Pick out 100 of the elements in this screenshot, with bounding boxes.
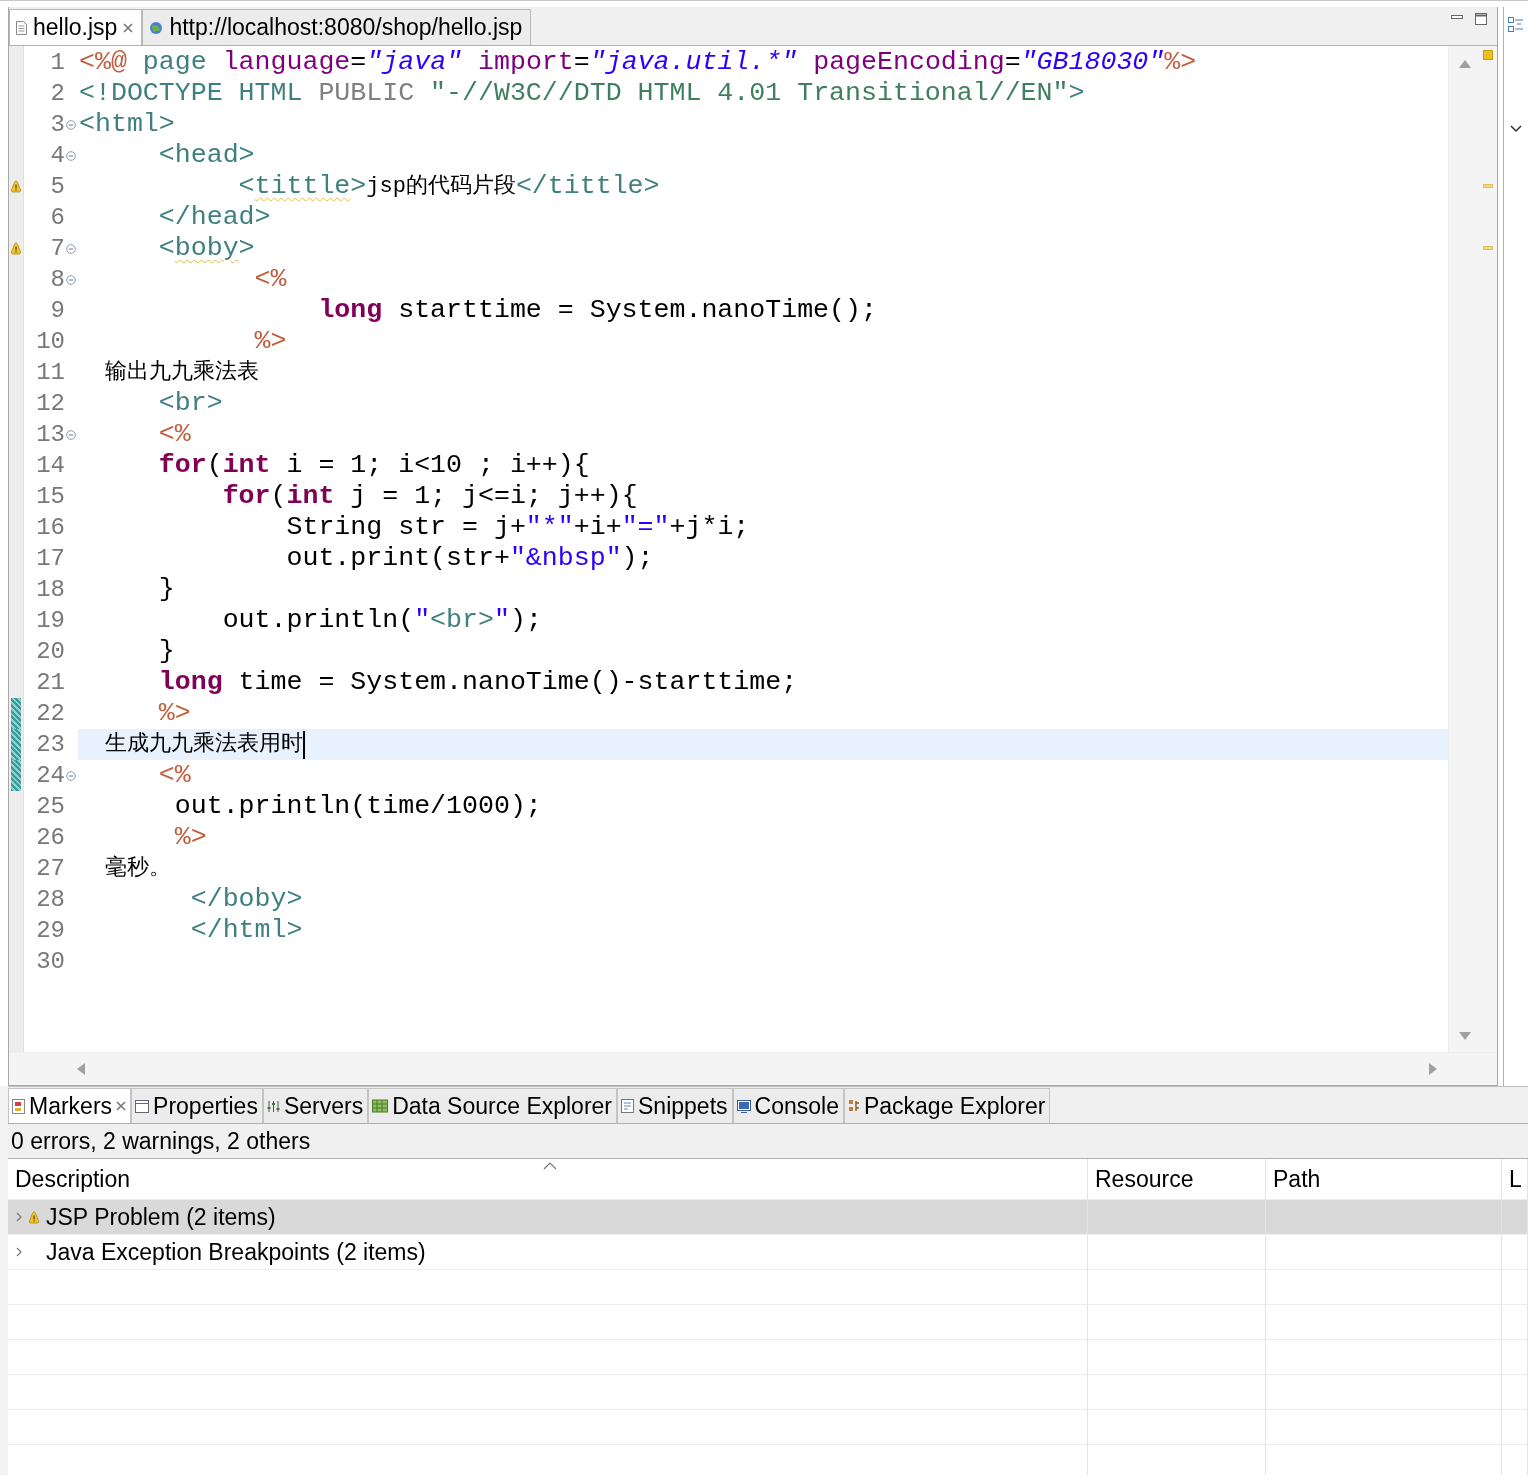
panel-tab[interactable]: Data Source Explorer: [368, 1088, 618, 1123]
code-line: <tittle>jsp的代码片段</tittle>: [237, 171, 661, 202]
close-icon[interactable]: [123, 22, 134, 33]
table-row[interactable]: Java Exception Breakpoints (2 items): [8, 1235, 1528, 1270]
code-line: %>: [157, 698, 192, 729]
code-line: for(int i = 1; i<10 ; i++){: [157, 450, 591, 481]
sliders-icon: [266, 1099, 280, 1113]
warning-summary-icon[interactable]: [1483, 50, 1493, 60]
warning-marker[interactable]: [1483, 246, 1493, 250]
line-number: 15: [35, 483, 65, 510]
code-line: </boby>: [189, 884, 304, 915]
panel-tab[interactable]: Console: [732, 1088, 844, 1123]
code-line: <head>: [157, 140, 256, 171]
line-number: 11: [35, 359, 65, 386]
code-line: <html>: [78, 109, 176, 140]
outline-icon[interactable]: [1508, 17, 1524, 33]
table-row[interactable]: JSP Problem (2 items): [8, 1200, 1528, 1235]
code-line: <%: [157, 419, 192, 450]
line-number: 13: [35, 421, 65, 448]
column-header[interactable]: Resource: [1088, 1159, 1266, 1199]
expand-icon[interactable]: [16, 1212, 22, 1222]
panel-tab[interactable]: Properties: [131, 1088, 263, 1123]
snippet-icon: [621, 1099, 635, 1113]
line-number: 20: [35, 638, 65, 665]
column-header[interactable]: L: [1502, 1159, 1528, 1199]
code-line: %>: [253, 326, 288, 357]
code-line: for(int j = 1; j<=i; j++){: [221, 481, 639, 512]
column-header[interactable]: Description: [8, 1159, 1088, 1199]
code-line: <%: [253, 264, 288, 295]
line-number: 3: [49, 111, 65, 138]
line-number: 29: [35, 917, 65, 944]
table-icon: [135, 1099, 150, 1113]
line-number: 17: [35, 545, 65, 572]
markers-icon: [12, 1098, 25, 1114]
code-line: <!DOCTYPE HTML PUBLIC "-//W3C//DTD HTML 4.01 Transitional//EN">: [78, 78, 1086, 109]
close-icon[interactable]: [116, 1101, 127, 1111]
scroll-up-icon[interactable]: [1459, 60, 1471, 68]
code-line: long time = System.nanoTime()-starttime;: [157, 667, 799, 698]
line-number: 7: [49, 235, 65, 262]
editor-tab[interactable]: http://localhost:8080/shop/hello.jsp: [142, 9, 532, 45]
code-line: }: [157, 574, 176, 605]
panel-tab[interactable]: Markers: [8, 1088, 132, 1123]
code-line: String str = j+"*"+i+"="+j*i;: [285, 512, 751, 543]
line-number: 16: [35, 514, 65, 541]
line-number: 25: [35, 793, 65, 820]
collapse-icon[interactable]: [65, 119, 76, 130]
line-number: 19: [35, 607, 65, 634]
line-number: 2: [49, 80, 65, 107]
line-number: 26: [35, 824, 65, 851]
console-icon: [736, 1099, 751, 1113]
minimize-icon[interactable]: [1451, 13, 1463, 21]
line-number: 6: [49, 204, 65, 231]
code-line: 输出九九乘法表: [104, 359, 261, 387]
line-number: 4: [49, 142, 65, 169]
scroll-down-icon[interactable]: [1459, 1032, 1471, 1040]
line-number: 9: [49, 297, 65, 324]
collapse-icon[interactable]: [65, 243, 76, 254]
collapse-icon[interactable]: [65, 274, 76, 285]
table-cell: JSP Problem (2 items): [46, 1203, 276, 1231]
line-number: 28: [35, 886, 65, 913]
code-line: long starttime = System.nanoTime();: [317, 295, 878, 326]
maximize-icon[interactable]: [1475, 13, 1487, 25]
package-icon: [847, 1099, 860, 1113]
markers-summary: 0 errors, 2 warnings, 2 others: [11, 1127, 311, 1155]
panel-tab[interactable]: Servers: [262, 1088, 369, 1123]
line-number: 12: [35, 390, 65, 417]
line-number: 8: [49, 266, 65, 293]
line-number: 14: [35, 452, 65, 479]
collapse-icon[interactable]: [65, 770, 76, 781]
collapse-icon[interactable]: [65, 150, 76, 161]
chevron-down-icon[interactable]: [1510, 125, 1522, 133]
code-line: out.print(str+"&nbsp");: [285, 543, 655, 574]
code-line: </head>: [157, 202, 272, 233]
code-line: }: [157, 636, 176, 667]
code-line: <%@ page language="java" import="java.util.*" pageEncoding="GB18030"%>: [78, 47, 1198, 78]
line-number: 27: [35, 855, 65, 882]
code-line: out.println("<br>");: [221, 605, 543, 636]
line-number: 1: [49, 49, 65, 76]
line-number: 10: [35, 328, 65, 355]
panel-tab[interactable]: Package Explorer: [843, 1088, 1051, 1123]
line-number: 24: [35, 762, 65, 789]
line-number: 23: [35, 731, 65, 758]
scroll-right-icon[interactable]: [1429, 1063, 1437, 1075]
warning-marker[interactable]: [1483, 184, 1493, 188]
line-number: 30: [35, 948, 65, 975]
code-line: 毫秒。: [104, 854, 173, 883]
code-line: </html>: [189, 915, 304, 946]
code-line: %>: [173, 822, 208, 853]
scroll-left-icon[interactable]: [77, 1063, 85, 1075]
globe-icon: [149, 20, 164, 35]
column-header[interactable]: Path: [1266, 1159, 1502, 1199]
panel-tab[interactable]: Snippets: [617, 1088, 733, 1123]
code-line: <%: [157, 760, 192, 791]
expand-icon[interactable]: [16, 1247, 22, 1257]
collapse-icon[interactable]: [65, 429, 76, 440]
editor-tab[interactable]: hello.jsp: [9, 9, 143, 45]
code-line: <boby>: [157, 233, 256, 264]
line-number: 21: [35, 669, 65, 696]
line-number: 18: [35, 576, 65, 603]
database-icon: [372, 1099, 389, 1113]
